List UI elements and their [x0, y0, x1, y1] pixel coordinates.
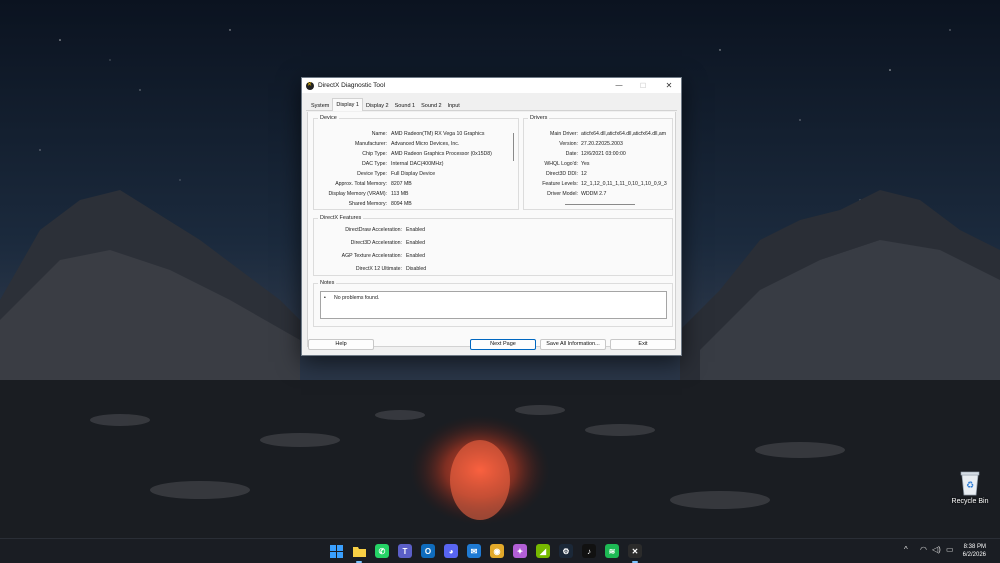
battery-icon[interactable]: ▭ — [946, 545, 954, 554]
whatsapp-icon[interactable]: ✆ — [375, 544, 389, 558]
show-hidden-icons-chevron[interactable]: ^ — [904, 545, 908, 554]
device-name-key: Name: — [371, 131, 387, 137]
manufacturer-key: Manufacturer: — [354, 141, 387, 147]
device-group: Device Name: AMD Radeon(TM) RX Vega 10 G… — [313, 115, 519, 210]
main-driver-value: aticfx64.dll,aticfx64.dll,aticfx64.dll,a… — [581, 131, 667, 137]
recycle-bin-icon: ♻ — [960, 471, 980, 496]
main-driver-key: Main Driver: — [550, 131, 578, 137]
notes-group: Notes • No problems found. — [313, 280, 673, 327]
close-button[interactable]: ✕ — [657, 78, 681, 93]
outlook-icon[interactable]: O — [421, 544, 435, 558]
system-clock[interactable]: 8:38 PM 6/2/2026 — [963, 543, 986, 559]
steam-icon[interactable]: ⚙ — [559, 544, 573, 558]
window-title: DirectX Diagnostic Tool — [318, 82, 386, 89]
vram-value: 113 MB — [391, 191, 409, 197]
taskbar: ✆ T O ◕ ✉ ◉ ✦ ◢ ⚙ ♪ ≋ ✕ ^ ◠ ◁) ▭ 8:38 PM 6/2/2026 — [0, 538, 1000, 563]
driver-model-key: Driver Model: — [547, 191, 578, 197]
notes-textbox[interactable]: • No problems found. — [320, 291, 667, 319]
clock-time: 8:38 PM — [963, 544, 986, 550]
notes-text: No problems found. — [334, 295, 380, 301]
clock-date: 6/2/2026 — [962, 552, 986, 558]
whql-key: WHQL Logo'd: — [544, 161, 578, 167]
drivers-group-title: Drivers — [528, 115, 550, 121]
maximize-button[interactable]: ☐ — [631, 78, 655, 93]
device-type-key: Device Type: — [357, 171, 387, 177]
feature-levels-value: 12_1,12_0,11_1,11_0,10_1,10_0,9_3 — [581, 181, 667, 187]
agp-texture-key: AGP Texture Acceleration: — [341, 253, 402, 259]
device-list[interactable]: Name: AMD Radeon(TM) RX Vega 10 Graphics… — [314, 127, 512, 209]
direct3d-key: Direct3D Acceleration: — [350, 240, 402, 246]
dxdiag-app-icon — [306, 81, 314, 90]
dx12-ultimate-value: Disabled — [406, 266, 427, 272]
tab-strip: System Display 1 Display 2 Sound 1 Sound… — [302, 98, 681, 111]
dx12-ultimate-key: DirectX 12 Ultimate: — [355, 266, 402, 272]
manufacturer-value: Advanced Micro Devices, Inc. — [391, 141, 460, 147]
tab-display-2[interactable]: Display 2 — [363, 101, 392, 111]
directdraw-value: Enabled — [406, 227, 426, 233]
spotify-icon[interactable]: ≋ — [605, 544, 619, 558]
copilot-icon[interactable]: ✦ — [513, 544, 527, 558]
driver-model-value: WDDM 2.7 — [581, 191, 607, 197]
chrome-icon[interactable]: ◉ — [490, 544, 504, 558]
dac-type-value: Internal DAC(400MHz) — [391, 161, 444, 167]
start-icon[interactable] — [329, 544, 343, 558]
drivers-list[interactable]: Main Driver: aticfx64.dll,aticfx64.dll,a… — [524, 127, 671, 209]
exit-button[interactable]: Exit — [610, 339, 676, 350]
mail-icon[interactable]: ✉ — [467, 544, 481, 558]
recycle-bin-label: Recycle Bin — [951, 498, 989, 505]
feature-levels-key: Feature Levels: — [542, 181, 578, 187]
dxdiag-icon[interactable]: ✕ — [628, 544, 642, 558]
version-value: 27.20.22025.2003 — [581, 141, 623, 147]
teams-icon[interactable]: T — [398, 544, 412, 558]
directx-features-group: DirectX Features DirectDraw Acceleration… — [313, 215, 673, 276]
total-memory-value: 8207 MB — [391, 181, 412, 187]
device-type-value: Full Display Device — [391, 171, 436, 177]
whql-value: Yes — [581, 161, 590, 167]
date-key: Date: — [565, 151, 578, 157]
next-page-button[interactable]: Next Page — [470, 339, 536, 350]
tab-content: Device Name: AMD Radeon(TM) RX Vega 10 G… — [307, 112, 676, 347]
svg-text:♻: ♻ — [966, 481, 974, 491]
title-bar[interactable]: DirectX Diagnostic Tool — ☐ ✕ — [302, 78, 681, 93]
minimize-button[interactable]: — — [607, 78, 631, 93]
device-group-title: Device — [318, 115, 339, 121]
recycle-bin-shortcut[interactable]: ♻ Recycle Bin — [946, 470, 994, 516]
notes-title: Notes — [318, 280, 337, 286]
direct3d-ddi-value: 12 — [581, 171, 587, 177]
total-memory-key: Approx. Total Memory: — [335, 181, 387, 187]
tab-display-1[interactable]: Display 1 — [332, 98, 363, 111]
shared-memory-value: 8094 MB — [391, 201, 412, 207]
tab-sound-1[interactable]: Sound 1 — [392, 101, 419, 111]
date-value: 12/6/2021 03:00:00 — [581, 151, 626, 157]
chip-type-key: Chip Type: — [362, 151, 387, 157]
agp-texture-value: Enabled — [406, 253, 426, 259]
shared-memory-key: Shared Memory: — [348, 201, 387, 207]
discord-icon[interactable]: ◕ — [444, 544, 458, 558]
file-explorer-icon[interactable] — [352, 544, 366, 558]
wifi-icon[interactable]: ◠ — [920, 545, 927, 554]
save-all-information-button[interactable]: Save All Information... — [540, 339, 606, 350]
tab-sound-2[interactable]: Sound 2 — [418, 101, 445, 111]
directdraw-key: DirectDraw Acceleration: — [345, 227, 402, 233]
notes-bullet: • — [324, 295, 326, 301]
dxdiag-window: DirectX Diagnostic Tool — ☐ ✕ System Dis… — [301, 77, 682, 356]
help-button[interactable]: Help — [308, 339, 374, 350]
device-name-value: AMD Radeon(TM) RX Vega 10 Graphics — [391, 131, 485, 137]
tiktok-icon[interactable]: ♪ — [582, 544, 596, 558]
nvidia-icon[interactable]: ◢ — [536, 544, 550, 558]
chip-type-value: AMD Radeon Graphics Processor (0x15D8) — [391, 151, 492, 157]
direct3d-ddi-key: Direct3D DDI: — [546, 171, 578, 177]
direct3d-value: Enabled — [406, 240, 426, 246]
vram-key: Display Memory (VRAM): — [328, 191, 387, 197]
version-key: Version: — [559, 141, 578, 147]
volume-icon[interactable]: ◁) — [932, 545, 941, 554]
drivers-scrollbar[interactable] — [565, 204, 635, 205]
device-scrollbar[interactable] — [513, 133, 514, 161]
drivers-group: Drivers Main Driver: aticfx64.dll,aticfx… — [523, 115, 673, 210]
tab-system[interactable]: System — [308, 101, 332, 111]
dac-type-key: DAC Type: — [362, 161, 387, 167]
directx-features-title: DirectX Features — [318, 215, 364, 221]
tab-input[interactable]: Input — [445, 101, 463, 111]
